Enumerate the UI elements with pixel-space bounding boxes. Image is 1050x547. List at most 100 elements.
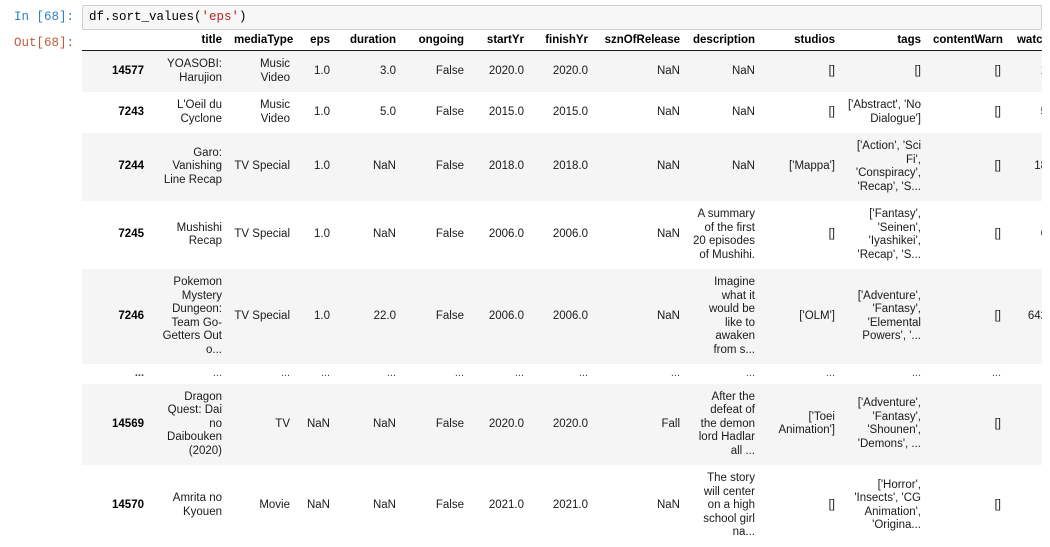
table-cell-studios: ['OLM'] bbox=[761, 269, 841, 364]
table-cell-tags: ['Abstract', 'No Dialogue'] bbox=[841, 92, 927, 133]
input-prompt-label: In [68]: bbox=[6, 5, 82, 26]
table-cell-contentWarn: [] bbox=[927, 384, 1007, 466]
table-cell-eps: 1.0 bbox=[296, 269, 336, 364]
dataframe-table: title mediaType eps duration ongoing sta… bbox=[82, 33, 1042, 547]
table-row: 14570Amrita no KyouenMovieNaNNaNFalse202… bbox=[82, 465, 1042, 547]
table-cell-tags: ['Action', 'Sci Fi', 'Conspiracy', 'Reca… bbox=[841, 133, 927, 201]
table-cell-ongoing: ... bbox=[402, 364, 470, 384]
column-header-title: title bbox=[150, 33, 228, 51]
table-cell-studios: [] bbox=[761, 51, 841, 93]
table-cell-finishYr: 2006.0 bbox=[530, 201, 594, 269]
table-cell-ongoing: False bbox=[402, 269, 470, 364]
table-cell-eps: 1.0 bbox=[296, 201, 336, 269]
table-cell-title: Garo: Vanishing Line Recap bbox=[150, 133, 228, 201]
column-header-sznOfRelease: sznOfRelease bbox=[594, 33, 686, 51]
table-cell-startYr: 2018.0 bbox=[470, 133, 530, 201]
table-cell-studios: ['Mappa'] bbox=[761, 133, 841, 201]
table-cell-contentWarn: [] bbox=[927, 465, 1007, 547]
table-cell-sznOfRelease: ... bbox=[594, 364, 686, 384]
table-cell-description: NaN bbox=[686, 133, 761, 201]
table-cell-description: A summary of the first 20 episodes of Mu… bbox=[686, 201, 761, 269]
row-index-cell: ... bbox=[82, 364, 150, 384]
table-cell-studios: ['Toei Animation'] bbox=[761, 384, 841, 466]
table-cell-sznOfRelease: NaN bbox=[594, 51, 686, 93]
column-header-eps: eps bbox=[296, 33, 336, 51]
dataframe-body: 14577YOASOBI: HarujionMusic Video1.03.0F… bbox=[82, 51, 1042, 547]
table-cell-tags: ['Fantasy', 'Seinen', 'Iyashikei', 'Reca… bbox=[841, 201, 927, 269]
code-token-close-paren: ) bbox=[239, 10, 247, 24]
table-row: 7246Pokemon Mystery Dungeon: Team Go-Get… bbox=[82, 269, 1042, 364]
table-cell-startYr: 2020.0 bbox=[470, 51, 530, 93]
table-cell-mediaType: Music Video bbox=[228, 92, 296, 133]
table-cell-mediaType: Music Video bbox=[228, 51, 296, 93]
row-index-cell: 14570 bbox=[82, 465, 150, 547]
header-row: title mediaType eps duration ongoing sta… bbox=[82, 33, 1042, 51]
table-cell-startYr: 2006.0 bbox=[470, 201, 530, 269]
code-cell[interactable]: In [68]: df.sort_values('eps') bbox=[0, 0, 1050, 30]
table-cell-studios: [] bbox=[761, 92, 841, 133]
table-cell-eps: ... bbox=[296, 364, 336, 384]
code-token-string: 'eps' bbox=[202, 10, 240, 24]
output-cell: Out[68]: title mediaType eps duration on… bbox=[0, 30, 1050, 547]
table-cell-finishYr: 2020.0 bbox=[530, 384, 594, 466]
table-cell-tags: ... bbox=[841, 364, 927, 384]
table-cell-sznOfRelease: NaN bbox=[594, 133, 686, 201]
table-cell-contentWarn: [] bbox=[927, 201, 1007, 269]
table-cell-mediaType: ... bbox=[228, 364, 296, 384]
column-header-studios: studios bbox=[761, 33, 841, 51]
table-cell-ongoing: False bbox=[402, 465, 470, 547]
table-cell-ongoing: False bbox=[402, 201, 470, 269]
notebook-output-view: In [68]: df.sort_values('eps') Out[68]: … bbox=[0, 0, 1050, 547]
table-cell-description: NaN bbox=[686, 92, 761, 133]
table-cell-studios: ... bbox=[761, 364, 841, 384]
table-cell-finishYr: ... bbox=[530, 364, 594, 384]
table-cell-description: After the defeat of the demon lord Hadla… bbox=[686, 384, 761, 466]
table-cell-tags: ['Adventure', 'Fantasy', 'Shounen', 'Dem… bbox=[841, 384, 927, 466]
column-header-contentWarn: contentWarn bbox=[927, 33, 1007, 51]
table-cell-duration: NaN bbox=[336, 465, 402, 547]
table-cell-title: Amrita no Kyouen bbox=[150, 465, 228, 547]
table-cell-watched: 66.0 bbox=[1007, 201, 1042, 269]
table-row: ........................................… bbox=[82, 364, 1042, 384]
column-header-startYr: startYr bbox=[470, 33, 530, 51]
column-header-mediaType: mediaType bbox=[228, 33, 296, 51]
table-cell-studios: [] bbox=[761, 201, 841, 269]
table-cell-ongoing: False bbox=[402, 384, 470, 466]
table-row: 7244Garo: Vanishing Line RecapTV Special… bbox=[82, 133, 1042, 201]
table-cell-startYr: 2020.0 bbox=[470, 384, 530, 466]
column-header-index bbox=[82, 33, 150, 51]
table-cell-finishYr: 2021.0 bbox=[530, 465, 594, 547]
table-cell-mediaType: TV Special bbox=[228, 201, 296, 269]
table-row: 7245Mushishi RecapTV Special1.0NaNFalse2… bbox=[82, 201, 1042, 269]
table-cell-watched: 6427.0 bbox=[1007, 269, 1042, 364]
row-index-cell: 7246 bbox=[82, 269, 150, 364]
table-cell-contentWarn: [] bbox=[927, 92, 1007, 133]
table-cell-tags: ['Horror', 'Insects', 'CG Animation', 'O… bbox=[841, 465, 927, 547]
table-cell-mediaType: TV Special bbox=[228, 269, 296, 364]
column-header-tags: tags bbox=[841, 33, 927, 51]
table-cell-duration: NaN bbox=[336, 133, 402, 201]
table-cell-eps: 1.0 bbox=[296, 133, 336, 201]
table-row: 7243L'Oeil du CycloneMusic Video1.05.0Fa… bbox=[82, 92, 1042, 133]
table-cell-eps: 1.0 bbox=[296, 51, 336, 93]
table-cell-title: Pokemon Mystery Dungeon: Team Go-Getters… bbox=[150, 269, 228, 364]
table-cell-contentWarn: [] bbox=[927, 133, 1007, 201]
table-cell-description: The story will center on a high school g… bbox=[686, 465, 761, 547]
table-cell-eps: 1.0 bbox=[296, 92, 336, 133]
table-cell-tags: ['Adventure', 'Fantasy', 'Elemental Powe… bbox=[841, 269, 927, 364]
dataframe-container: title mediaType eps duration ongoing sta… bbox=[82, 31, 1042, 547]
code-input-area[interactable]: df.sort_values('eps') bbox=[82, 5, 1042, 30]
table-cell-ongoing: False bbox=[402, 133, 470, 201]
table-cell-sznOfRelease: NaN bbox=[594, 465, 686, 547]
table-cell-ongoing: False bbox=[402, 51, 470, 93]
column-header-duration: duration bbox=[336, 33, 402, 51]
table-cell-watched: 184.0 bbox=[1007, 133, 1042, 201]
table-cell-sznOfRelease: NaN bbox=[594, 269, 686, 364]
column-header-finishYr: finishYr bbox=[530, 33, 594, 51]
table-cell-sznOfRelease: NaN bbox=[594, 92, 686, 133]
table-cell-eps: NaN bbox=[296, 465, 336, 547]
table-cell-finishYr: 2020.0 bbox=[530, 51, 594, 93]
table-cell-sznOfRelease: Fall bbox=[594, 384, 686, 466]
table-cell-tags: [] bbox=[841, 51, 927, 93]
table-cell-watched: 0.0 bbox=[1007, 384, 1042, 466]
